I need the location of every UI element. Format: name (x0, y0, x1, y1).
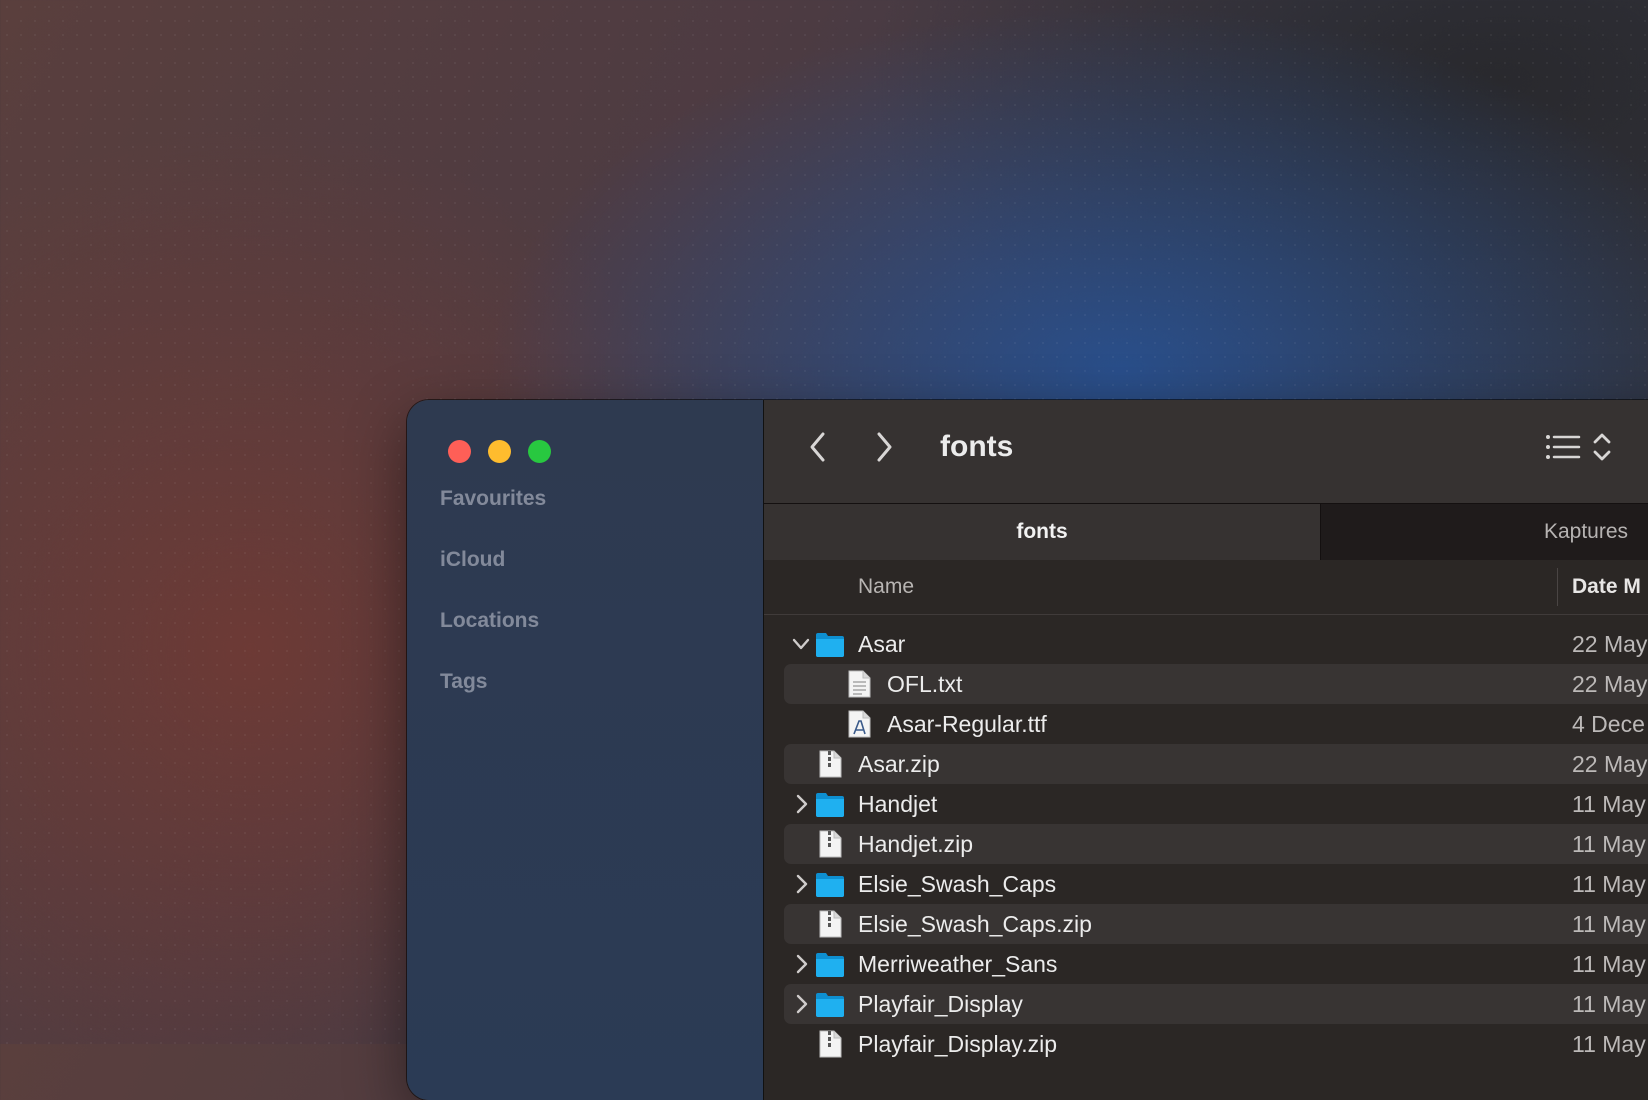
folder-icon (816, 993, 844, 1017)
zip-file-icon (819, 910, 842, 938)
close-button[interactable] (448, 440, 471, 463)
file-row[interactable]: Playfair_Display 11 May (784, 984, 1648, 1024)
file-name: Handjet (858, 791, 938, 817)
file-date: 22 May (1572, 671, 1648, 697)
file-date: 11 May (1572, 791, 1646, 817)
file-name: OFL.txt (887, 671, 963, 697)
finder-window: Favourites iCloud Locations Tags fonts f… (407, 400, 1648, 1100)
sidebar: Favourites iCloud Locations Tags (407, 400, 764, 1100)
disclosure-expanded-icon[interactable] (790, 633, 812, 655)
text-file-icon (848, 670, 871, 698)
tab-fonts[interactable]: fonts (764, 504, 1321, 560)
forward-button[interactable] (867, 430, 901, 464)
disclosure-collapsed-icon[interactable] (790, 793, 812, 815)
view-options-chevron-icon[interactable] (1592, 431, 1612, 463)
zip-file-icon (819, 1030, 842, 1058)
zip-file-icon (819, 750, 842, 778)
tab-kaptures[interactable]: Kaptures (1321, 504, 1648, 560)
zip-file-icon (819, 830, 842, 858)
disclosure-collapsed-icon[interactable] (790, 993, 812, 1015)
file-date: 22 May (1572, 751, 1648, 777)
file-name: Elsie_Swash_Caps.zip (858, 911, 1092, 937)
chevron-right-icon (877, 432, 892, 462)
file-name: Elsie_Swash_Caps (858, 871, 1057, 897)
file-date: 11 May (1572, 871, 1646, 897)
file-date: 4 Dece (1572, 711, 1645, 737)
file-list: Asar 22 May OFL.txt 22 May Asar-Regular.ttf 4… (764, 624, 1648, 1064)
file-row[interactable]: Handjet.zip 11 May (784, 824, 1648, 864)
file-row[interactable]: Handjet 11 May (784, 784, 1648, 824)
folder-icon (816, 633, 844, 657)
column-name[interactable]: Name (858, 575, 914, 599)
file-name: Merriweather_Sans (858, 951, 1058, 977)
disclosure-collapsed-icon[interactable] (790, 873, 812, 895)
tab-bar: fonts Kaptures (764, 503, 1648, 561)
column-divider[interactable] (1557, 568, 1558, 606)
window-title: fonts (940, 430, 1014, 463)
file-row[interactable]: Asar-Regular.ttf 4 Dece (784, 704, 1648, 744)
file-row[interactable]: Asar 22 May (784, 624, 1648, 664)
folder-icon (816, 793, 844, 817)
list-view-icon[interactable] (1544, 432, 1582, 462)
font-file-icon (848, 710, 871, 738)
file-date: 11 May (1572, 991, 1646, 1017)
sidebar-section-locations[interactable]: Locations (440, 609, 539, 633)
toolbar: fonts (764, 400, 1648, 503)
file-date: 11 May (1572, 951, 1646, 977)
column-date-modified[interactable]: Date M (1572, 575, 1641, 599)
file-row[interactable]: Merriweather_Sans 11 May (784, 944, 1648, 984)
chevron-left-icon (810, 432, 825, 462)
folder-icon (816, 873, 844, 897)
sidebar-section-icloud[interactable]: iCloud (440, 548, 505, 572)
file-row[interactable]: Elsie_Swash_Caps 11 May (784, 864, 1648, 904)
column-header: Name Date M (764, 560, 1648, 615)
file-name: Handjet.zip (858, 831, 974, 857)
file-name: Asar.zip (858, 751, 940, 777)
file-row[interactable]: Elsie_Swash_Caps.zip 11 May (784, 904, 1648, 944)
file-date: 22 May (1572, 631, 1648, 657)
file-row[interactable]: Asar.zip 22 May (784, 744, 1648, 784)
file-name: Playfair_Display.zip (858, 1031, 1057, 1057)
file-date: 11 May (1572, 831, 1646, 857)
sidebar-section-tags[interactable]: Tags (440, 670, 487, 694)
file-name: Playfair_Display (858, 991, 1023, 1017)
zoom-button[interactable] (528, 440, 551, 463)
file-date: 11 May (1572, 911, 1646, 937)
file-row[interactable]: OFL.txt 22 May (784, 664, 1648, 704)
sidebar-section-favourites[interactable]: Favourites (440, 487, 546, 511)
main-pane: fonts fonts Kaptures Name Date M Asar 22 … (764, 400, 1648, 1100)
file-row[interactable]: Playfair_Display.zip 11 May (784, 1024, 1648, 1064)
folder-icon (816, 953, 844, 977)
file-name: Asar-Regular.ttf (887, 711, 1047, 737)
disclosure-collapsed-icon[interactable] (790, 953, 812, 975)
window-controls (448, 440, 551, 463)
file-name: Asar (858, 631, 906, 657)
minimize-button[interactable] (488, 440, 511, 463)
file-date: 11 May (1572, 1031, 1646, 1057)
back-button[interactable] (801, 430, 835, 464)
